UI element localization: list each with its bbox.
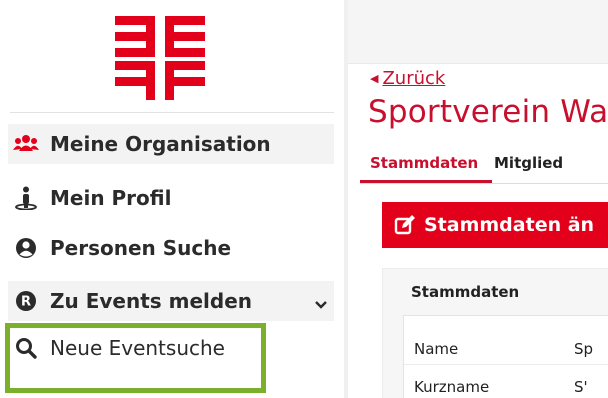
active-tab-indicator <box>360 180 492 183</box>
sidebar-item-meine-organisation[interactable]: Meine Organisation <box>8 124 334 164</box>
page-title: Sportverein Wa <box>368 94 608 130</box>
row-label: Kurzname <box>414 378 490 396</box>
edit-stammdaten-button[interactable]: Stammdaten än <box>382 202 608 248</box>
sidebar-item-label: Zu Events melden <box>50 289 253 313</box>
tab-stammdaten[interactable]: Stammdaten <box>370 154 478 172</box>
row-value: Sp <box>574 340 594 358</box>
stammdaten-table: Name Sp Kurzname S' <box>403 315 608 398</box>
chevron-down-icon[interactable] <box>314 293 328 317</box>
sidebar-item-personen-suche[interactable]: Personen Suche <box>8 228 334 268</box>
edit-icon <box>394 214 416 236</box>
sidebar-item-label: Meine Organisation <box>50 132 271 156</box>
person-standing-icon <box>12 186 40 210</box>
sidebar: Meine Organisation Mein Profil Personen … <box>0 0 344 398</box>
divider <box>10 112 334 113</box>
stammdaten-card: Stammdaten Name Sp Kurzname S' <box>382 268 608 398</box>
back-link-label: Zurück <box>382 68 446 89</box>
user-circle-icon <box>12 236 40 260</box>
tab-bar: Stammdaten Mitglied <box>360 146 608 184</box>
r-circle-icon: R <box>12 289 40 313</box>
sidebar-item-label: Personen Suche <box>50 236 232 260</box>
main-content: ◀ Zurück Sportverein Wa Stammdaten Mitgl… <box>348 64 608 398</box>
top-bar <box>348 0 608 64</box>
logo[interactable] <box>110 16 210 100</box>
highlight-box <box>5 323 266 393</box>
row-value: S' <box>574 378 588 396</box>
users-icon <box>12 132 40 156</box>
svg-text:R: R <box>21 295 31 310</box>
sidebar-item-mein-profil[interactable]: Mein Profil <box>8 178 334 218</box>
tab-mitglied[interactable]: Mitglied <box>494 154 563 172</box>
row-divider <box>404 364 608 365</box>
sidebar-item-zu-events-melden[interactable]: R Zu Events melden <box>8 281 334 321</box>
back-link[interactable]: ◀ Zurück <box>370 68 445 89</box>
sidebar-item-label: Mein Profil <box>50 186 172 210</box>
card-title: Stammdaten <box>411 283 520 301</box>
row-label: Name <box>414 340 459 358</box>
edit-button-label: Stammdaten än <box>424 214 595 236</box>
caret-left-icon: ◀ <box>370 72 379 85</box>
